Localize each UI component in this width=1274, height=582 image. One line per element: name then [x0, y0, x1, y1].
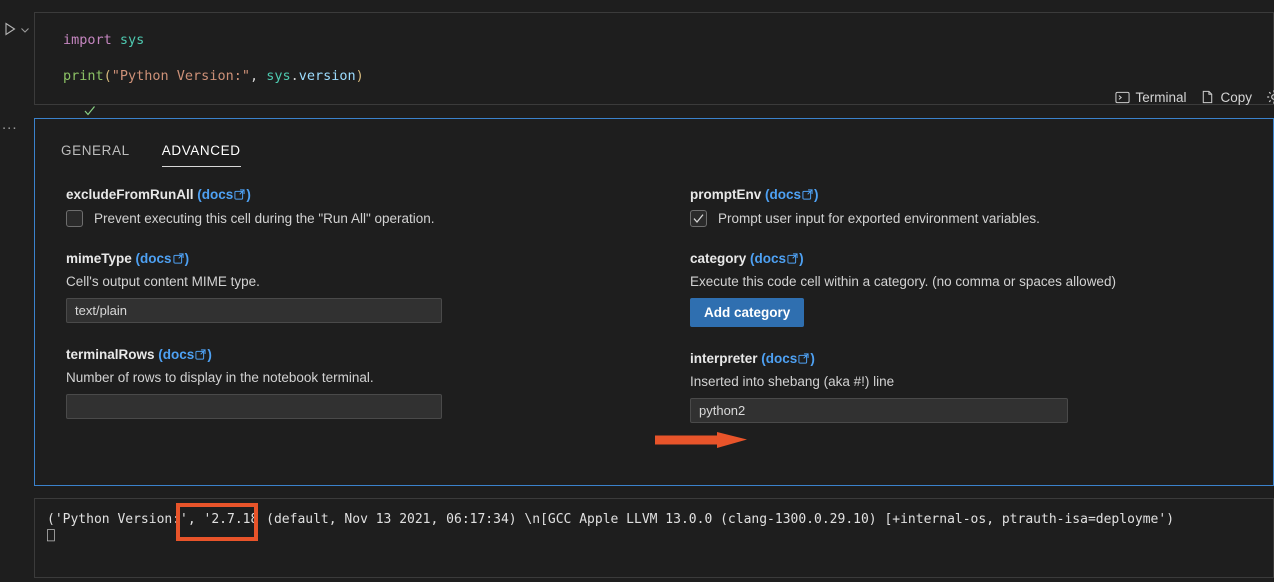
code-line-1: import sys [63, 32, 145, 48]
field-label: category (docs) [690, 251, 1273, 267]
field-interpreter: interpreter (docs) Inserted into shebang… [690, 351, 1273, 423]
settings-right-column: promptEnv (docs) Prompt user input for e… [654, 187, 1273, 447]
field-label: promptEnv (docs) [690, 187, 1273, 203]
cell-more-actions[interactable]: ... [2, 117, 24, 132]
field-name: interpreter [690, 351, 758, 366]
field-category: category (docs) Execute this code cell w… [690, 251, 1273, 327]
interpreter-input[interactable] [690, 398, 1068, 423]
field-description: Execute this code cell within a category… [690, 274, 1116, 289]
cell-settings-panel: GENERAL ADVANCED excludeFromRunAll (docs… [34, 118, 1274, 486]
tab-general[interactable]: GENERAL [61, 143, 130, 167]
gear-icon [1267, 90, 1274, 104]
field-name: promptEnv [690, 187, 762, 202]
code-line-2: print("Python Version:", sys.version) [63, 68, 364, 84]
field-description: Number of rows to display in the noteboo… [66, 370, 374, 385]
settings-left-column: excludeFromRunAll (docs) Prevent executi… [35, 187, 654, 447]
promptEnv-checkbox[interactable] [690, 210, 707, 227]
cell-settings-button[interactable] [1266, 89, 1274, 105]
check-icon [693, 214, 704, 223]
docs-link[interactable]: (docs) [750, 251, 804, 266]
collapse-cell-button[interactable] [18, 23, 32, 37]
field-name: excludeFromRunAll [66, 187, 194, 202]
notebook-cell-view: ... import sys print("Python Version:", … [0, 0, 1274, 582]
code-editor[interactable]: import sys print("Python Version:", sys.… [34, 12, 1274, 116]
add-category-button[interactable]: Add category [690, 298, 805, 327]
external-link-icon [195, 348, 206, 363]
docs-link[interactable]: (docs) [158, 347, 212, 362]
external-link-icon [802, 188, 813, 203]
excludeFromRunAll-checkbox[interactable] [66, 210, 83, 227]
play-icon [5, 22, 16, 36]
docs-link[interactable]: (docs) [197, 187, 251, 202]
field-name: category [690, 251, 747, 266]
external-link-icon [172, 252, 184, 267]
output-cursor: ⎕ [47, 529, 55, 544]
copy-button[interactable]: Copy [1200, 90, 1252, 105]
tab-advanced[interactable]: ADVANCED [161, 143, 241, 167]
field-label: mimeType (docs) [66, 251, 654, 267]
docs-link[interactable]: (docs) [761, 351, 815, 366]
checkbox-label: Prompt user input for exported environme… [718, 211, 1040, 226]
mimeType-input[interactable] [66, 298, 442, 323]
checkbox-label: Prevent executing this cell during the "… [94, 211, 435, 226]
cell-output: ('Python Version:', '2.7.18 (default, No… [34, 498, 1274, 578]
field-description: Inserted into shebang (aka #!) line [690, 374, 895, 389]
terminalRows-input[interactable] [66, 394, 442, 419]
external-link-icon [798, 352, 809, 367]
settings-tabs: GENERAL ADVANCED [61, 143, 241, 167]
terminal-button[interactable]: Terminal [1115, 90, 1186, 105]
external-link-icon [234, 188, 245, 203]
field-promptEnv: promptEnv (docs) Prompt user input for e… [690, 187, 1273, 227]
output-text: ('Python Version:', '2.7.18 (default, No… [47, 512, 1175, 527]
field-excludeFromRunAll: excludeFromRunAll (docs) Prevent executi… [66, 187, 654, 227]
field-name: terminalRows [66, 347, 155, 362]
checkbox-row[interactable]: Prompt user input for exported environme… [690, 210, 1273, 227]
chevron-down-icon [21, 28, 29, 33]
settings-columns: excludeFromRunAll (docs) Prevent executi… [35, 187, 1273, 447]
cell-toolbar: Terminal Copy [1115, 89, 1274, 105]
docs-link[interactable]: (docs) [136, 251, 190, 266]
field-label: excludeFromRunAll (docs) [66, 187, 654, 203]
field-label: interpreter (docs) [690, 351, 1273, 367]
terminal-icon [1115, 91, 1131, 103]
field-description: Cell's output content MIME type. [66, 274, 260, 289]
checkbox-row[interactable]: Prevent executing this cell during the "… [66, 210, 654, 227]
field-terminalRows: terminalRows (docs) Number of rows to di… [66, 347, 654, 419]
field-name: mimeType [66, 251, 132, 266]
check-icon [84, 106, 95, 116]
field-mimeType: mimeType (docs) Cell's output content MI… [66, 251, 654, 323]
field-label: terminalRows (docs) [66, 347, 654, 363]
docs-link[interactable]: (docs) [765, 187, 819, 202]
run-cell-button[interactable] [2, 21, 18, 37]
terminal-label: Terminal [1135, 89, 1187, 105]
external-link-icon [787, 252, 798, 267]
copy-label: Copy [1220, 89, 1252, 105]
copy-icon [1203, 90, 1213, 103]
